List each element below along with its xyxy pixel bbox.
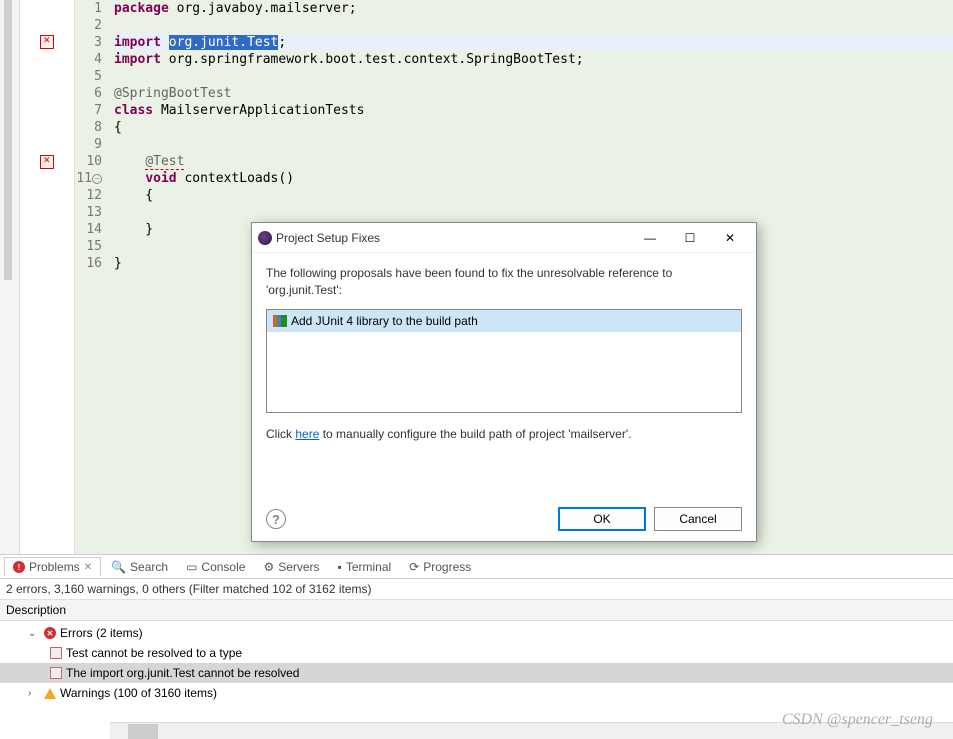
problems-tree: ⌄ ✕ Errors (2 items) Test cannot be reso… — [0, 621, 953, 705]
dialog-title: Project Setup Fixes — [272, 231, 630, 245]
cancel-button[interactable]: Cancel — [654, 507, 742, 531]
tree-errors-group[interactable]: ⌄ ✕ Errors (2 items) — [0, 623, 953, 643]
problems-filter-summary: 2 errors, 3,160 warnings, 0 others (Filt… — [0, 579, 953, 600]
minimize-button[interactable]: — — [630, 224, 670, 252]
error-icon: ✕ — [44, 627, 56, 639]
warning-icon — [44, 688, 56, 699]
tree-error-item[interactable]: Test cannot be resolved to a type — [0, 643, 953, 663]
dialog-hint: Click here to manually configure the bui… — [266, 427, 742, 441]
bottom-tabs: ! Problems ✕ 🔍Search ▭Console ⚙Servers ▪… — [0, 555, 953, 579]
error-icon: ! — [13, 561, 25, 573]
terminal-icon: ▪ — [338, 560, 342, 574]
overview-ruler — [0, 0, 20, 554]
tab-problems[interactable]: ! Problems ✕ — [4, 557, 101, 577]
watermark: CSDN @spencer_tseng — [782, 711, 933, 729]
progress-icon: ⟳ — [409, 560, 419, 574]
tab-search[interactable]: 🔍Search — [103, 558, 176, 576]
tab-console[interactable]: ▭Console — [178, 558, 253, 576]
proposal-item[interactable]: Add JUnit 4 library to the build path — [267, 310, 741, 332]
java-error-icon — [50, 647, 62, 659]
servers-icon: ⚙ — [263, 560, 274, 574]
java-error-icon — [50, 667, 62, 679]
problems-column-header[interactable]: Description — [0, 600, 953, 621]
maximize-button[interactable]: ☐ — [670, 224, 710, 252]
marker-gutter — [20, 0, 75, 554]
eclipse-icon — [258, 231, 272, 245]
tree-error-item[interactable]: The import org.junit.Test cannot be reso… — [0, 663, 953, 683]
twisty-collapsed-icon[interactable]: › — [28, 688, 40, 699]
twisty-expanded-icon[interactable]: ⌄ — [28, 628, 40, 639]
tab-progress[interactable]: ⟳Progress — [401, 558, 479, 576]
help-icon[interactable]: ? — [266, 509, 286, 529]
tab-servers[interactable]: ⚙Servers — [255, 558, 327, 576]
tab-terminal[interactable]: ▪Terminal — [330, 558, 400, 576]
close-button[interactable]: ✕ — [710, 224, 750, 252]
configure-link[interactable]: here — [295, 427, 319, 441]
search-icon: 🔍 — [111, 560, 126, 574]
dialog-message: The following proposals have been found … — [266, 265, 742, 299]
ok-button[interactable]: OK — [558, 507, 646, 531]
library-icon — [273, 315, 287, 327]
line-numbers: 1234567891011−1213141516 — [75, 0, 110, 554]
proposal-list[interactable]: Add JUnit 4 library to the build path — [266, 309, 742, 413]
close-icon[interactable]: ✕ — [84, 562, 92, 573]
console-icon: ▭ — [186, 560, 197, 574]
dialog-titlebar[interactable]: Project Setup Fixes — ☐ ✕ — [252, 223, 756, 253]
tree-warnings-group[interactable]: › Warnings (100 of 3160 items) — [0, 683, 953, 703]
project-setup-dialog: Project Setup Fixes — ☐ ✕ The following … — [251, 222, 757, 542]
